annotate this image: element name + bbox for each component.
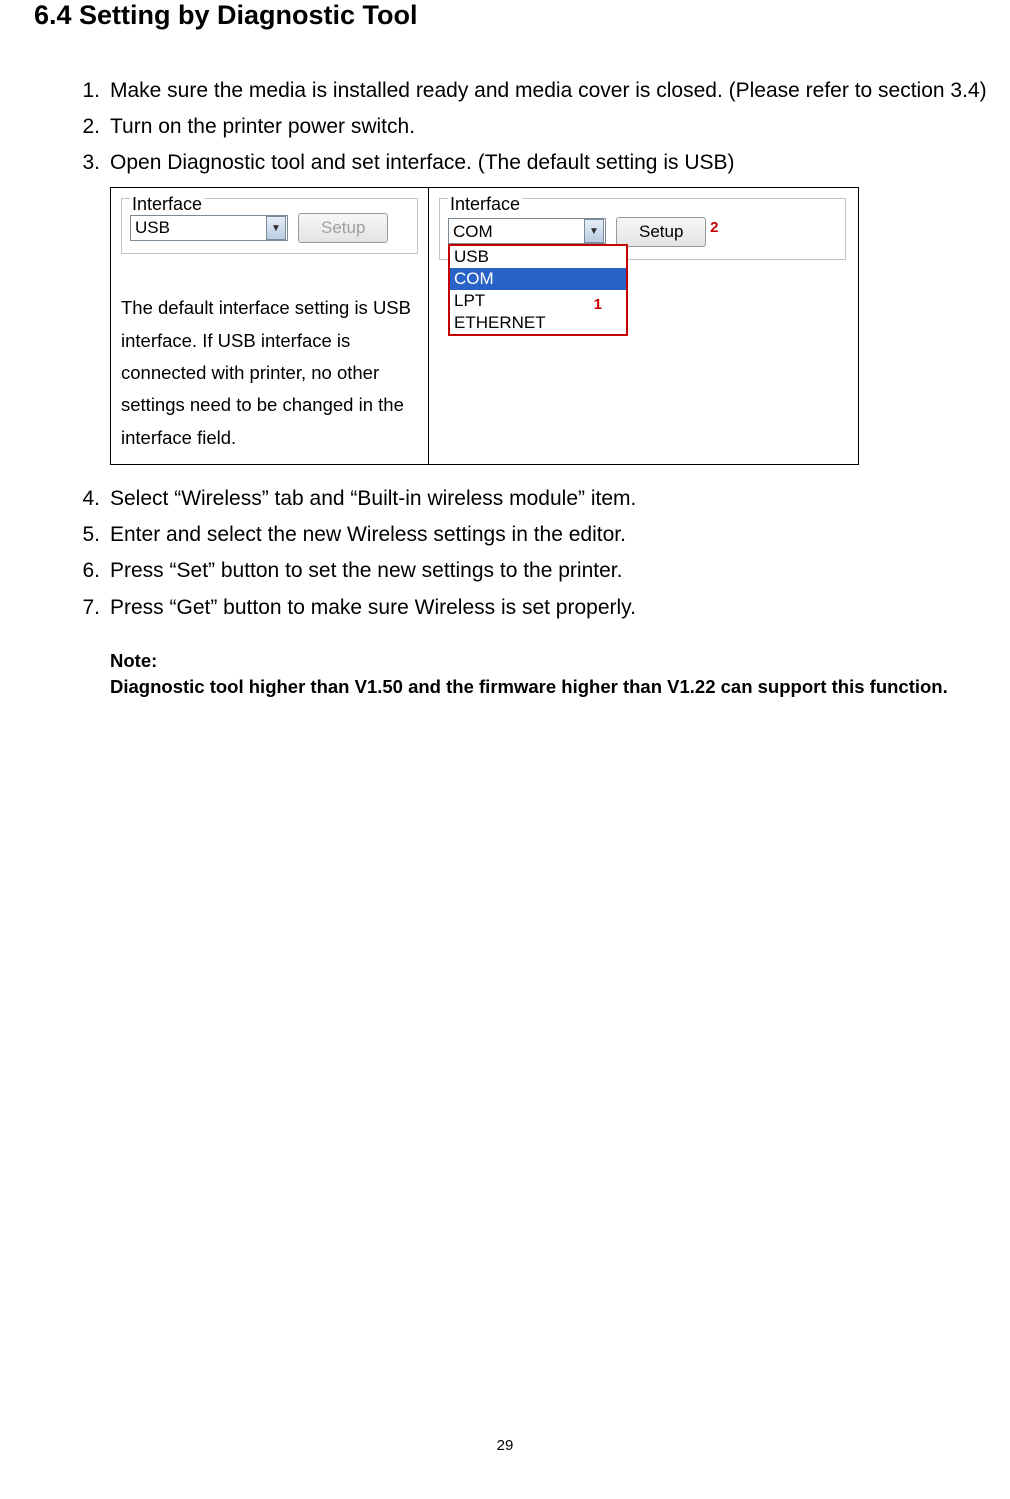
step-text: Enter and select the new Wireless settin…: [110, 517, 1010, 553]
step-text: Turn on the printer power switch.: [110, 109, 1010, 145]
dropdown-option-com[interactable]: COM: [450, 268, 626, 290]
note-heading: Note:: [110, 648, 960, 674]
step-number: 4.: [76, 481, 110, 517]
step-6: 6. Press “Set” button to set the new set…: [76, 553, 1010, 589]
chevron-down-icon[interactable]: ▼: [266, 216, 286, 240]
interface-combobox-usb[interactable]: USB ▼: [130, 215, 288, 241]
step-number: 6.: [76, 553, 110, 589]
setup-button-disabled: Setup: [298, 213, 388, 243]
step-number: 1.: [76, 73, 110, 109]
dropdown-option-usb[interactable]: USB: [450, 246, 626, 268]
setup-button[interactable]: Setup: [616, 217, 706, 247]
chevron-down-icon[interactable]: ▼: [584, 219, 604, 243]
step-4: 4. Select “Wireless” tab and “Built-in w…: [76, 481, 1010, 517]
step-7: 7. Press “Get” button to make sure Wirel…: [76, 590, 1010, 626]
combobox-value: USB: [131, 214, 265, 243]
note-block: Note: Diagnostic tool higher than V1.50 …: [110, 648, 960, 700]
callout-number-1: 1: [594, 292, 602, 318]
combobox-value: COM: [449, 217, 583, 246]
step-text: Open Diagnostic tool and set interface. …: [110, 145, 1010, 181]
step-2: 2. Turn on the printer power switch.: [76, 109, 1010, 145]
main-content: 1. Make sure the media is installed read…: [76, 73, 1010, 699]
note-body: Diagnostic tool higher than V1.50 and th…: [110, 674, 960, 700]
step-text: Press “Set” button to set the new settin…: [110, 553, 1010, 589]
step-5: 5. Enter and select the new Wireless set…: [76, 517, 1010, 553]
step-number: 2.: [76, 109, 110, 145]
step-number: 5.: [76, 517, 110, 553]
default-interface-explanation: The default interface setting is USB int…: [121, 292, 418, 454]
diagram-right-cell: Interface COM ▼ USB COM LPT ETHERNET: [429, 188, 859, 465]
step-number: 7.: [76, 590, 110, 626]
interface-combobox-com[interactable]: COM ▼ USB COM LPT ETHERNET 1: [448, 218, 606, 244]
step-text: Select “Wireless” tab and “Built-in wire…: [110, 481, 1010, 517]
step-number: 3.: [76, 145, 110, 181]
step-text: Make sure the media is installed ready a…: [110, 73, 1010, 109]
section-title: 6.4 Setting by Diagnostic Tool: [34, 0, 1010, 31]
step-3: 3. Open Diagnostic tool and set interfac…: [76, 145, 1010, 181]
step-text: Press “Get” button to make sure Wireless…: [110, 590, 1010, 626]
page-number: 29: [0, 1437, 1010, 1454]
interface-groupbox-usb: Interface USB ▼ Setup: [121, 198, 418, 254]
diagram-left-cell: Interface USB ▼ Setup The default interf…: [111, 188, 429, 465]
interface-dropdown-list[interactable]: USB COM LPT ETHERNET 1: [448, 244, 628, 336]
interface-diagram-table: Interface USB ▼ Setup The default interf…: [110, 187, 859, 465]
callout-number-2: 2: [710, 215, 718, 241]
step-1: 1. Make sure the media is installed read…: [76, 73, 1010, 109]
interface-groupbox-com: Interface COM ▼ USB COM LPT ETHERNET: [439, 198, 846, 260]
